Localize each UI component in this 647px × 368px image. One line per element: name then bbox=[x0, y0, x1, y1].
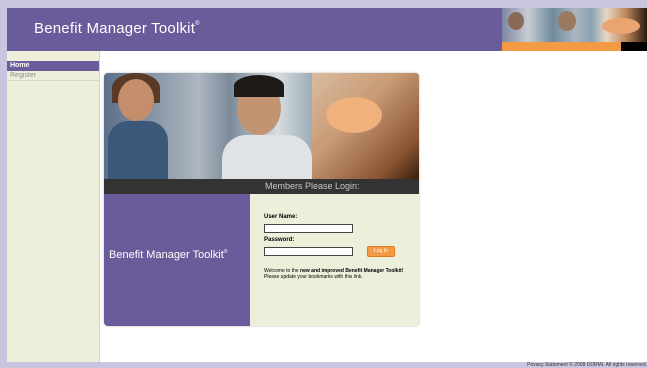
brand-title-text: Benefit Manager Toolkit bbox=[109, 249, 224, 261]
sidebar-item-home[interactable]: Home bbox=[7, 61, 99, 71]
person-photo-2 bbox=[558, 11, 576, 31]
login-banner: Members Please Login: bbox=[104, 179, 419, 194]
password-input[interactable] bbox=[264, 247, 353, 256]
username-label: User Name: bbox=[264, 214, 298, 220]
footer: Privacy Statement © 2008 DDRMI. All righ… bbox=[7, 362, 647, 368]
header-photo bbox=[502, 8, 647, 42]
site-title-text: Benefit Manager Toolkit bbox=[34, 20, 196, 37]
brand-title: Benefit Manager Toolkit® bbox=[109, 249, 227, 261]
sidebar: Home Register bbox=[7, 51, 100, 368]
man-figure bbox=[222, 135, 312, 179]
login-button[interactable]: Log In bbox=[367, 246, 395, 257]
registered-mark: ® bbox=[195, 21, 200, 27]
login-card: Members Please Login: Benefit Manager To… bbox=[104, 73, 419, 326]
login-form: User Name: Password: Log In Welcome to t… bbox=[250, 194, 419, 326]
login-banner-text: Members Please Login: bbox=[265, 181, 360, 191]
man-hair bbox=[234, 75, 284, 97]
username-input[interactable] bbox=[264, 224, 353, 233]
site-header: Benefit Manager Toolkit® bbox=[7, 8, 647, 51]
site-title: Benefit Manager Toolkit® bbox=[34, 20, 200, 37]
computer-mouse-photo bbox=[326, 97, 382, 133]
woman-figure bbox=[108, 121, 168, 179]
welcome-suffix: Please update your bookmarks with this l… bbox=[264, 274, 363, 280]
sidebar-item-register[interactable]: Register bbox=[7, 71, 99, 81]
password-label: Password: bbox=[264, 237, 295, 243]
brand-box: Benefit Manager Toolkit® bbox=[104, 194, 250, 326]
hero-photo bbox=[104, 73, 419, 179]
welcome-message: Welcome to the new and improved Benefit … bbox=[264, 268, 414, 280]
person-photo-1 bbox=[508, 12, 524, 30]
header-orange-bar bbox=[502, 42, 621, 51]
mouse-photo bbox=[602, 18, 640, 34]
header-black-bar bbox=[621, 42, 647, 51]
footer-text: Privacy Statement © 2008 DDRMI. All righ… bbox=[527, 362, 647, 368]
page: Benefit Manager Toolkit® Home Register M… bbox=[7, 8, 647, 368]
woman-face bbox=[118, 79, 154, 121]
brand-registered-mark: ® bbox=[223, 249, 228, 255]
